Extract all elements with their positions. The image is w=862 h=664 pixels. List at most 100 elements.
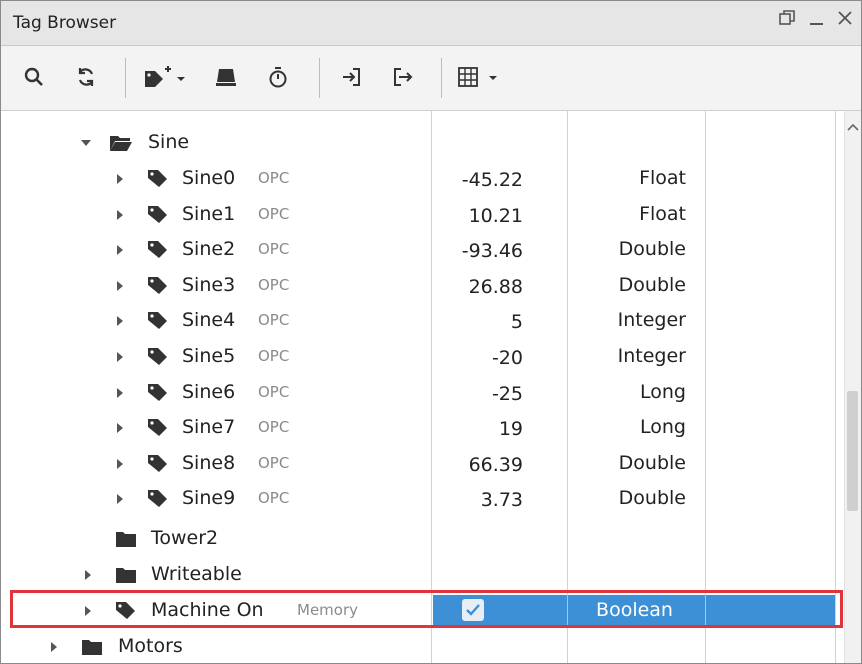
tag-name: Sine0 — [182, 167, 236, 189]
collapse-arrow-icon[interactable] — [81, 557, 95, 593]
annotation-highlight-box — [10, 590, 843, 628]
tree-tag-row[interactable]: Sine6 OPC -25 Long — [1, 375, 847, 411]
tag-value: 5 — [510, 311, 523, 334]
tag-provider: OPC — [258, 204, 290, 223]
folder-icon — [115, 557, 137, 593]
tag-icon — [147, 232, 169, 268]
folder-icon — [81, 629, 103, 663]
tree-folder-tower2[interactable]: Tower2 — [1, 521, 847, 557]
tag-datatype: Float — [639, 167, 686, 189]
tag-value: -45.22 — [461, 169, 523, 191]
float-window-icon[interactable] — [773, 7, 801, 37]
collapse-arrow-icon[interactable] — [113, 339, 127, 375]
tag-name: Sine6 — [182, 380, 236, 403]
panel-title: Tag Browser — [13, 13, 117, 33]
tag-datatype: Double — [618, 273, 686, 296]
tag-name: Sine8 — [182, 451, 236, 474]
expand-arrow-icon[interactable] — [79, 125, 93, 161]
tag-icon — [147, 161, 169, 197]
refresh-icon[interactable] — [69, 60, 103, 94]
close-icon[interactable] — [831, 7, 859, 37]
scrollbar-thumb[interactable] — [847, 391, 858, 511]
title-bar: Tag Browser — [1, 1, 861, 46]
tag-value: 3.73 — [480, 489, 523, 512]
tree-tag-row[interactable]: Sine1 OPC 10.21 Float — [1, 197, 847, 233]
collapse-arrow-icon[interactable] — [47, 629, 61, 663]
tag-provider: OPC — [258, 489, 290, 508]
tag-name: Sine2 — [182, 238, 236, 261]
tag-value: 26.88 — [468, 275, 523, 298]
tree-tag-row[interactable]: Sine3 OPC 26.88 Double — [1, 268, 847, 304]
add-tag-icon[interactable] — [141, 60, 189, 94]
tree-folder-writeable[interactable]: Writeable — [1, 557, 847, 593]
tag-name: Sine5 — [182, 345, 236, 367]
tag-provider: OPC — [258, 453, 290, 472]
tag-datatype: Double — [618, 487, 686, 510]
tree-tag-row[interactable]: Sine0 OPC -45.22 Float — [1, 161, 847, 197]
tree-tag-row[interactable]: Sine5 OPC -20 Integer — [1, 339, 847, 375]
tag-value: 19 — [498, 418, 523, 441]
tag-browser-panel: Tag Browser Sine Sine0 OPC -45.22 Float … — [0, 0, 862, 664]
tree-folder-motors[interactable]: Motors — [1, 629, 847, 663]
tag-tree[interactable]: Sine Sine0 OPC -45.22 Float Sine1 OPC 10.21 Flo… — [1, 111, 847, 663]
tree-tag-row[interactable]: Sine2 OPC -93.46 Double — [1, 232, 847, 268]
scroll-up-icon[interactable] — [847, 117, 859, 131]
tag-name: Sine9 — [182, 487, 236, 510]
tag-datatype: Long — [640, 380, 686, 403]
tag-name: Sine4 — [182, 309, 236, 332]
tree-tag-row[interactable]: Sine4 OPC 5 Integer — [1, 303, 847, 339]
folder-label: Writeable — [151, 563, 242, 585]
search-icon[interactable] — [17, 60, 51, 94]
tag-datatype: Float — [639, 202, 686, 225]
tree-folder-sine[interactable]: Sine — [1, 125, 847, 161]
edit-tag-icon[interactable] — [209, 60, 243, 94]
collapse-arrow-icon[interactable] — [113, 268, 127, 304]
timer-icon[interactable] — [261, 60, 295, 94]
toolbar-separator — [125, 58, 126, 98]
tree-tag-row[interactable]: Sine9 OPC 3.73 Double — [1, 481, 847, 517]
collapse-arrow-icon[interactable] — [113, 410, 127, 446]
tag-icon — [147, 268, 169, 304]
toolbar — [1, 46, 861, 111]
tag-icon — [147, 410, 169, 446]
tag-icon — [147, 303, 169, 339]
collapse-arrow-icon[interactable] — [113, 375, 127, 411]
tag-icon — [147, 446, 169, 482]
tag-icon — [147, 339, 169, 375]
tag-provider: OPC — [258, 169, 290, 187]
vertical-scrollbar[interactable] — [844, 111, 861, 663]
tag-provider: OPC — [258, 240, 290, 259]
collapse-arrow-icon[interactable] — [113, 197, 127, 233]
collapse-arrow-icon[interactable] — [113, 303, 127, 339]
tag-icon — [147, 481, 169, 517]
tag-datatype: Integer — [617, 345, 686, 367]
table-view-icon[interactable] — [455, 60, 505, 94]
collapse-arrow-icon[interactable] — [113, 446, 127, 482]
tag-datatype: Integer — [617, 309, 686, 332]
folder-icon — [115, 521, 137, 557]
tag-value: -20 — [491, 347, 523, 369]
open-folder-icon — [109, 125, 133, 161]
minimize-icon[interactable] — [803, 7, 831, 37]
tag-provider: OPC — [258, 382, 290, 401]
tag-value: 10.21 — [468, 204, 523, 227]
collapse-arrow-icon[interactable] — [113, 232, 127, 268]
tag-icon — [147, 197, 169, 233]
toolbar-separator — [319, 58, 320, 98]
export-icon[interactable] — [385, 60, 419, 94]
tree-tag-row[interactable]: Sine7 OPC 19 Long — [1, 410, 847, 446]
tag-datatype: Double — [618, 451, 686, 474]
tag-value: 66.39 — [468, 453, 523, 476]
toolbar-separator — [441, 58, 442, 98]
tag-provider: OPC — [258, 275, 290, 294]
collapse-arrow-icon[interactable] — [113, 161, 127, 197]
tag-datatype: Double — [618, 238, 686, 261]
tag-provider: OPC — [258, 311, 290, 330]
tag-name: Sine1 — [182, 202, 236, 225]
collapse-arrow-icon[interactable] — [113, 481, 127, 517]
tree-tag-row[interactable]: Sine8 OPC 66.39 Double — [1, 446, 847, 482]
tag-icon — [147, 375, 169, 411]
folder-label: Tower2 — [151, 527, 219, 549]
tag-name: Sine3 — [182, 273, 236, 296]
import-icon[interactable] — [335, 60, 369, 94]
